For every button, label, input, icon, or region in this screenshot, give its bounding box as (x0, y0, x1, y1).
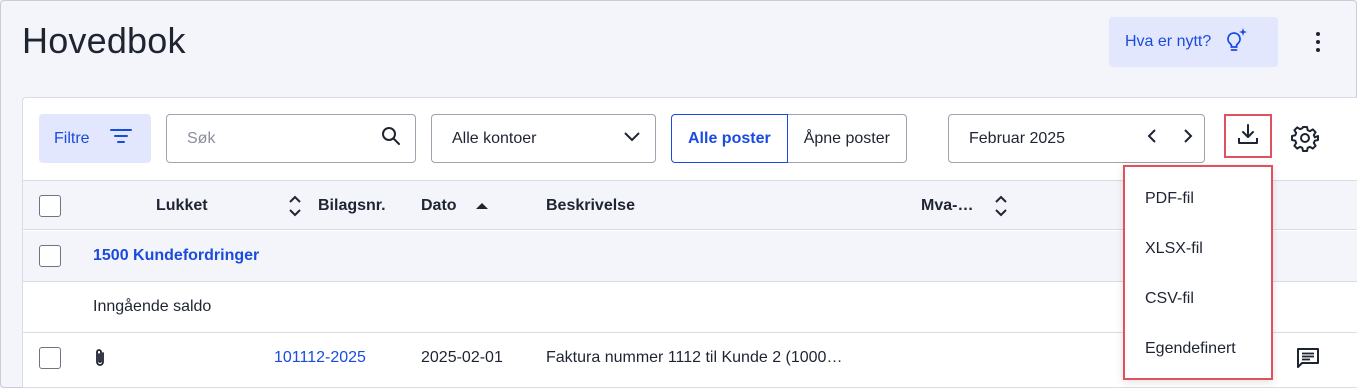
column-bilagsnr[interactable]: Bilagsnr. (318, 181, 386, 231)
page-title: Hovedbok (22, 20, 186, 61)
download-button[interactable] (1224, 114, 1272, 158)
sort-lukket-icon[interactable] (288, 181, 302, 231)
entry-description: Faktura nummer 1112 til Kunde 2 (1000… (546, 349, 843, 366)
filter-label: Filtre (54, 129, 90, 147)
sort-mva-icon[interactable] (994, 181, 1008, 231)
more-options-icon[interactable] (1307, 28, 1329, 56)
search-icon[interactable] (381, 126, 401, 151)
menu-item-xlsx[interactable]: XLSX-fil (1125, 224, 1271, 274)
menu-item-pdf[interactable]: PDF-fil (1125, 174, 1271, 224)
lightbulb-sparkle-icon (1221, 26, 1249, 59)
segment-open-entries[interactable]: Åpne poster (787, 114, 907, 163)
entry-date: 2025-02-01 (421, 349, 503, 366)
column-dato[interactable]: Dato (421, 181, 457, 231)
select-all-checkbox[interactable] (39, 195, 61, 217)
paperclip-icon[interactable] (93, 333, 107, 383)
voucher-number-link[interactable]: 101112-2025 (274, 333, 366, 383)
accounts-select-value: Alle kontoer (452, 129, 537, 147)
accounts-select[interactable]: Alle kontoer (431, 114, 656, 163)
menu-item-csv[interactable]: CSV-fil (1125, 274, 1271, 324)
segment-all-entries[interactable]: Alle poster (671, 114, 788, 163)
row-checkbox[interactable] (39, 347, 61, 369)
whats-new-label: Hva er nytt? (1125, 33, 1212, 50)
entries-toggle: Alle poster Åpne poster (671, 114, 907, 163)
column-lukket[interactable]: Lukket (156, 181, 208, 231)
group-row-checkbox[interactable] (39, 245, 61, 267)
period-picker[interactable]: Februar 2025 (948, 114, 1205, 163)
period-label: Februar 2025 (969, 129, 1066, 147)
sort-ascending-icon[interactable] (475, 181, 489, 231)
chevron-right-icon[interactable] (1182, 128, 1194, 149)
download-icon (1237, 123, 1259, 150)
filter-icon (109, 127, 132, 150)
column-mva[interactable]: Mva-… (921, 181, 973, 231)
download-menu: PDF-fil XLSX-fil CSV-fil Egendefinert (1123, 165, 1273, 380)
gear-icon[interactable] (1291, 124, 1319, 152)
chevron-left-icon[interactable] (1146, 128, 1158, 149)
account-group-link[interactable]: 1500 Kundefordringer (93, 231, 259, 281)
search-field[interactable] (166, 114, 416, 163)
comment-icon[interactable] (1295, 333, 1321, 383)
filter-button[interactable]: Filtre (39, 114, 151, 163)
column-beskrivelse[interactable]: Beskrivelse (546, 181, 635, 231)
search-input[interactable] (187, 129, 381, 148)
whats-new-button[interactable]: Hva er nytt? (1109, 17, 1278, 67)
chevron-down-icon (623, 130, 641, 148)
menu-item-custom[interactable]: Egendefinert (1125, 324, 1271, 374)
opening-balance-label: Inngående saldo (93, 298, 212, 315)
